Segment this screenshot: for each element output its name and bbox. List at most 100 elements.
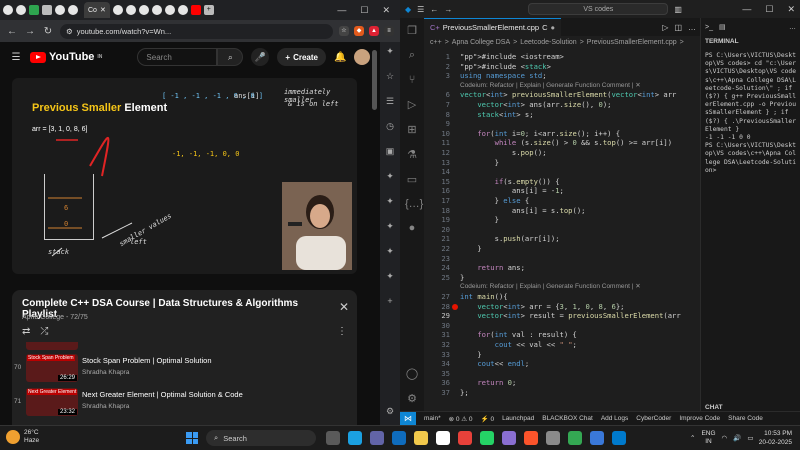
terminal-output[interactable]: PS C:\Users\VICTUS\Desktop\VS codes> cd …	[705, 52, 799, 175]
history-icon[interactable]: ◷	[386, 121, 394, 132]
github-tab-icon[interactable]	[16, 5, 26, 15]
close-icon[interactable]: ✕	[100, 6, 106, 14]
sidebar-item-icon[interactable]: ✦	[386, 271, 394, 282]
loop-icon[interactable]: ⇄	[22, 326, 30, 337]
app-icon[interactable]	[546, 431, 560, 445]
wallet-icon[interactable]: ▣	[386, 146, 395, 157]
shuffle-icon[interactable]: ⤮	[40, 326, 48, 337]
code-editor[interactable]: 1 "pp">#include <iostream> 2 "pp">#include …	[424, 52, 700, 411]
run-debug-icon[interactable]: ▷	[405, 98, 419, 111]
search-icon[interactable]: ⌕	[217, 48, 244, 66]
avatar[interactable]	[354, 49, 370, 65]
github-tab-icon[interactable]	[138, 5, 149, 15]
breadcrumb-item[interactable]: Apna College DSA	[452, 39, 510, 46]
channel-name[interactable]: Apna College	[22, 314, 64, 321]
add-tab-icon[interactable]: +	[203, 5, 214, 15]
github-tab-icon[interactable]	[3, 5, 13, 15]
clock[interactable]: 10:53 PM 20-02-2025	[752, 429, 792, 447]
site-info-icon[interactable]: ⚙	[66, 27, 73, 36]
add-logs-status[interactable]: Add Logs	[601, 415, 628, 422]
store-icon[interactable]	[436, 431, 450, 445]
breadcrumb-item[interactable]: Leetcode-Solution	[520, 39, 576, 46]
manage-gear-icon[interactable]: ⚙	[405, 392, 419, 405]
video-player[interactable]: Previous Smaller Element arr = [3, 1, 0,…	[12, 78, 357, 274]
chrome-icon[interactable]	[568, 431, 582, 445]
sidebar-item-icon[interactable]: ✦	[386, 171, 394, 182]
account-icon[interactable]: ◯	[405, 367, 419, 380]
extensions-icon[interactable]: ⊞	[405, 123, 419, 136]
active-browser-tab[interactable]: Co ✕	[84, 2, 110, 18]
maximize-button[interactable]: ☐	[360, 5, 368, 16]
codelens-actions[interactable]: Codeium: Refactor | Explain | Generate F…	[460, 81, 641, 89]
vscode-taskbar-icon[interactable]	[612, 431, 626, 445]
teams-icon[interactable]	[370, 431, 384, 445]
hamburger-menu-icon[interactable]: ☰	[10, 52, 22, 63]
teams-chat-icon[interactable]	[392, 431, 406, 445]
list-item[interactable]: 70 Stock Span Problem 26:29 Stock Span P…	[12, 352, 357, 384]
widget-icon[interactable]	[348, 431, 362, 445]
github-icon[interactable]: ●	[405, 222, 419, 234]
breadcrumb-item[interactable]: PreviousSmallerElement.cpp	[587, 39, 677, 46]
taskbar-search[interactable]: ⌕ Search	[206, 430, 316, 446]
explorer-icon[interactable]: ❐	[405, 24, 419, 37]
reload-icon[interactable]: ↻	[42, 26, 54, 37]
file-explorer-icon[interactable]	[414, 431, 428, 445]
more-actions-icon[interactable]: …	[688, 23, 696, 32]
share-code-status[interactable]: Share Code	[728, 415, 763, 422]
cybercoder-status[interactable]: CyberCoder	[636, 415, 671, 422]
launchpad-status[interactable]: Launchpad	[502, 415, 534, 422]
sidebar-item-icon[interactable]: ✦	[386, 221, 394, 232]
github-tab-icon[interactable]	[177, 5, 188, 15]
page-scrollbar[interactable]	[372, 50, 377, 110]
close-icon[interactable]: ✕	[339, 300, 349, 314]
improve-code-status[interactable]: Improve Code	[679, 415, 720, 422]
notifications-bell-icon[interactable]: 🔔	[334, 52, 346, 63]
github-tab-icon[interactable]	[164, 5, 175, 15]
terminal-tab-icon[interactable]: >_	[705, 24, 713, 31]
youtube-search-input[interactable]: Search	[137, 48, 218, 66]
menu-icon[interactable]: ≡	[384, 26, 394, 36]
command-center-search[interactable]: VS codes	[528, 3, 669, 15]
tab-previous-smaller-element[interactable]: C+ PreviousSmallerElement.cpp C ●	[424, 18, 562, 36]
breadcrumb-item[interactable]: c++	[430, 39, 442, 46]
menu-icon[interactable]: ☰	[417, 5, 424, 14]
app-icon[interactable]	[502, 431, 516, 445]
layout-icon[interactable]: ▥	[674, 5, 682, 14]
output-tab-icon[interactable]: ▤	[719, 23, 726, 31]
github-tab-icon[interactable]	[125, 5, 136, 15]
leo-ai-icon[interactable]: ✦	[386, 46, 394, 57]
app-icon[interactable]	[458, 431, 472, 445]
create-button[interactable]: + Create	[277, 48, 326, 66]
weather-widget[interactable]: 26°C Haze	[6, 429, 39, 445]
minimize-button[interactable]: —	[337, 5, 346, 16]
github-tab-icon[interactable]	[68, 5, 78, 15]
volume-icon[interactable]: 🔊	[733, 434, 741, 442]
blackbox-chat-status[interactable]: BLACKBOX Chat	[542, 415, 593, 422]
forward-arrow-icon[interactable]: →	[24, 26, 36, 37]
sidebar-item-icon[interactable]: ✦	[386, 246, 394, 257]
add-icon[interactable]: +	[387, 296, 392, 306]
remote-explorer-icon[interactable]: ▭	[405, 173, 419, 186]
whatsapp-icon[interactable]	[480, 431, 494, 445]
settings-gear-icon[interactable]: ⚙	[386, 406, 394, 417]
close-window-button[interactable]: ✕	[382, 5, 390, 16]
github-tab-icon[interactable]	[112, 5, 123, 15]
breakpoint-icon[interactable]	[452, 303, 458, 310]
testing-icon[interactable]: ⚗	[405, 148, 419, 161]
remote-indicator-icon[interactable]: ⋈	[400, 412, 416, 425]
list-item[interactable]: 71 Next Greater Element 23:32 Next Great…	[12, 386, 357, 418]
star-icon[interactable]: ☆	[339, 26, 349, 36]
codelens-actions[interactable]: Codeium: Refactor | Explain | Generate F…	[460, 282, 641, 290]
microphone-icon[interactable]: 🎤	[251, 48, 270, 66]
close-window-button[interactable]: ✕	[787, 4, 795, 15]
minimize-button[interactable]: —	[742, 4, 751, 15]
youtube-tab-icon[interactable]	[190, 5, 201, 15]
rewards-icon[interactable]: ▲	[369, 26, 379, 36]
chat-label[interactable]: CHAT	[705, 404, 723, 411]
language-indicator[interactable]: ENG IN	[701, 430, 715, 446]
close-icon[interactable]: ●	[551, 23, 556, 32]
codeium-icon[interactable]: {…}	[405, 198, 423, 210]
back-arrow-icon[interactable]: ←	[430, 5, 438, 14]
wifi-icon[interactable]: ◠	[722, 434, 728, 442]
task-view-icon[interactable]	[326, 431, 340, 445]
